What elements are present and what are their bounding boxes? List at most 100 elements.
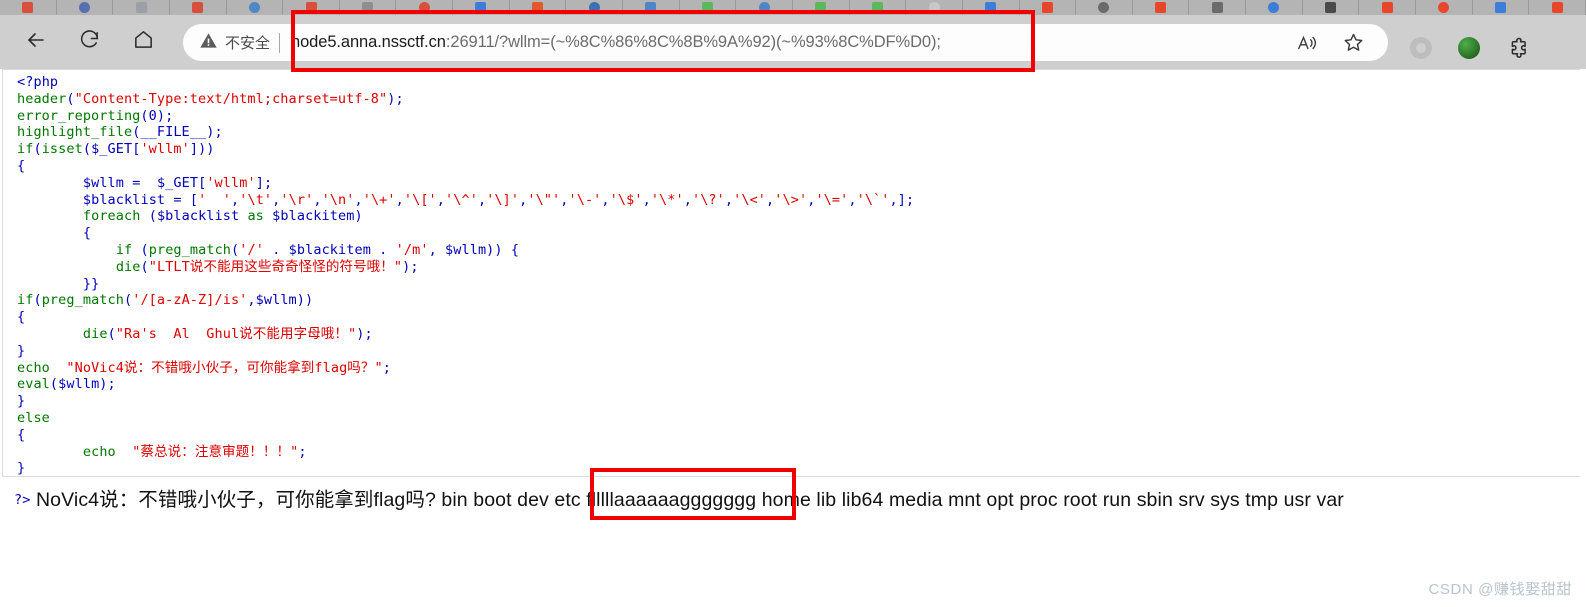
code-line: echo "蔡总说：注意审题！！！";: [82, 443, 307, 460]
security-indicator[interactable]: 不安全: [199, 31, 270, 54]
tab-favicon: [985, 2, 997, 13]
code-line: foreach ($blacklist as $blackitem): [82, 208, 363, 225]
browser-tab[interactable]: [1076, 0, 1133, 15]
omnibox-actions: [1294, 30, 1388, 56]
code-line: $blacklist = [' ','\t','\r','\n','\+','\…: [82, 191, 915, 208]
url-text[interactable]: node5.anna.nssctf.cn:26911/?wllm=(~%8C%8…: [291, 33, 941, 52]
browser-tab[interactable]: [906, 0, 963, 15]
tab-favicon: [1325, 2, 1337, 13]
echo-message: NoVic4说：不错哦小伙子，可你能拿到flag吗?: [36, 489, 436, 511]
tab-favicon: [418, 2, 430, 13]
tab-favicon: [1211, 2, 1223, 13]
php-close-tag: ?>: [14, 492, 31, 508]
code-line: die("Ra's Al Ghul说不能用字母哦！");: [82, 325, 373, 342]
warning-triangle-icon: [199, 31, 218, 54]
code-line: {: [17, 157, 26, 174]
code-line: if(preg_match('/[a-zA-Z]/is',$wllm)): [17, 292, 314, 309]
star-icon[interactable]: [1340, 30, 1366, 56]
browser-tab[interactable]: [680, 0, 737, 15]
code-line: if(isset($_GET['wllm'])): [17, 141, 215, 158]
code-line: die("LTLT说不能用这些奇奇怪怪的符号哦！");: [115, 258, 419, 275]
browser-tab[interactable]: [1020, 0, 1077, 15]
code-line: highlight_file(__FILE__);: [17, 124, 223, 141]
dir-listing-before: bin boot dev etc: [435, 489, 587, 511]
ring-icon[interactable]: [1410, 37, 1432, 59]
tab-favicon: [1155, 2, 1167, 13]
browser-tab[interactable]: [1303, 0, 1360, 15]
omnibox-divider: [279, 32, 281, 53]
browser-tab[interactable]: [963, 0, 1020, 15]
browser-tab[interactable]: [57, 0, 114, 15]
tab-favicon: [1438, 2, 1450, 13]
browser-tab[interactable]: [0, 0, 57, 15]
code-line: if (preg_match('/' . $blackitem . '/m', …: [115, 241, 520, 258]
security-label: 不安全: [225, 35, 271, 52]
home-icon: [132, 28, 155, 56]
puzzle-piece-icon[interactable]: [1506, 35, 1532, 61]
browser-tab[interactable]: [453, 0, 510, 15]
tab-favicon: [362, 2, 374, 13]
tab-favicon: [1268, 2, 1280, 13]
browser-tab[interactable]: [1473, 0, 1530, 15]
browser-tab[interactable]: [736, 0, 793, 15]
browser-tab[interactable]: [1416, 0, 1473, 15]
address-bar[interactable]: 不安全 node5.anna.nssctf.cn:26911/?wllm=(~%…: [183, 24, 1388, 61]
browser-tab[interactable]: [1529, 0, 1586, 15]
code-line: }: [17, 460, 26, 477]
tab-favicon: [702, 2, 713, 13]
tab-favicon: [305, 2, 317, 13]
tab-favicon: [645, 2, 657, 13]
arrow-left-icon: [24, 28, 48, 57]
browser-tab[interactable]: [1359, 0, 1417, 15]
code-line: $wllm = $_GET['wllm'];: [82, 174, 273, 191]
browser-tab[interactable]: [1246, 0, 1303, 15]
code-line: else: [17, 409, 50, 426]
code-line: header("Content-Type:text/html;charset=u…: [17, 90, 404, 107]
browser-tab[interactable]: [566, 0, 624, 15]
browser-tab[interactable]: [510, 0, 567, 15]
browser-tab[interactable]: [1189, 0, 1247, 15]
browser-tab[interactable]: [170, 0, 227, 15]
url-path: :26911/?wllm=(~%8C%86%8C%8B%9A%92)(~%93%…: [445, 33, 941, 51]
php-output-line: ?> NoVic4说：不错哦小伙子，可你能拿到flag吗? bin boot d…: [14, 483, 1574, 512]
code-line: eval($wllm);: [17, 376, 116, 393]
browser-tab-strip[interactable]: [0, 0, 1586, 15]
browser-tab[interactable]: [623, 0, 680, 15]
extension-icons: [1410, 35, 1532, 61]
tab-favicon: [532, 2, 544, 13]
tab-favicon: [1041, 2, 1053, 13]
tab-favicon: [1381, 2, 1393, 13]
tab-favicon: [475, 2, 487, 13]
browser-tab[interactable]: [340, 0, 397, 15]
home-button[interactable]: [127, 26, 159, 58]
csdn-watermark: CSDN @赚钱娶甜甜: [1428, 581, 1572, 598]
tab-favicon: [22, 2, 34, 13]
browser-tab[interactable]: [1133, 0, 1190, 15]
back-button[interactable]: [20, 26, 52, 58]
tab-favicon: [78, 2, 90, 13]
read-aloud-icon[interactable]: [1294, 30, 1320, 56]
green-extension-icon[interactable]: [1458, 37, 1480, 59]
tab-favicon: [1551, 2, 1563, 13]
tab-favicon: [248, 2, 260, 13]
tab-favicon: [758, 2, 770, 13]
browser-tab[interactable]: [113, 0, 170, 15]
code-line: }: [17, 393, 26, 410]
tab-favicon: [1494, 2, 1506, 13]
code-line: echo "NoVic4说：不错哦小伙子，可你能拿到flag吗？";: [17, 359, 391, 376]
tab-favicon: [135, 2, 147, 13]
browser-tab[interactable]: [227, 0, 284, 15]
browser-tab[interactable]: [396, 0, 454, 15]
flag-filename: flllllaaaaaaggggggg: [586, 489, 757, 511]
page-content: <?php header("Content-Type:text/html;char…: [0, 69, 1586, 607]
code-line: {: [82, 225, 92, 242]
dir-listing-after: home lib lib64 media mnt opt proc root r…: [756, 489, 1344, 511]
browser-tab[interactable]: [283, 0, 340, 15]
highlighted-source-box: <?php header("Content-Type:text/html;char…: [2, 69, 1580, 477]
browser-tab[interactable]: [850, 0, 907, 15]
browser-tab[interactable]: [793, 0, 850, 15]
code-line: <?php: [17, 74, 59, 90]
reload-icon: [78, 28, 101, 56]
reload-button[interactable]: [73, 26, 105, 58]
tab-favicon: [1098, 2, 1110, 13]
